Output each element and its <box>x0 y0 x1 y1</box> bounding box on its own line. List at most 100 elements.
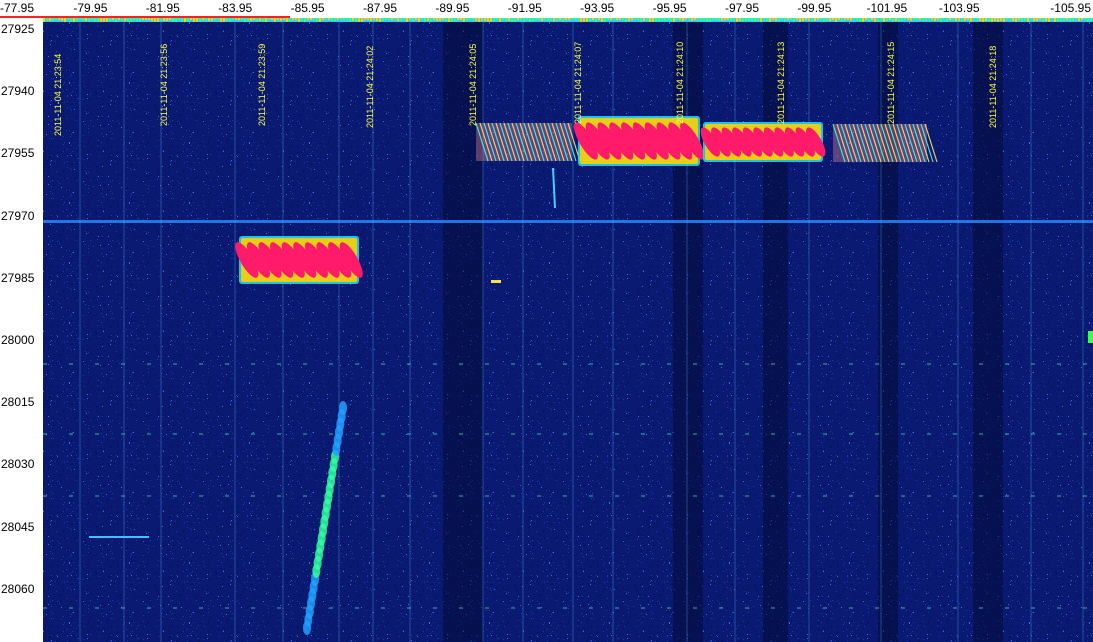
top-strip-noise <box>151 18 153 21</box>
top-strip-noise <box>472 18 474 20</box>
top-strip-noise <box>895 18 897 21</box>
top-strip-noise <box>976 18 978 20</box>
top-strip-noise <box>331 18 333 21</box>
top-strip-noise <box>457 18 459 20</box>
top-strip-noise <box>784 18 786 21</box>
top-strip-noise <box>499 18 501 22</box>
top-strip-noise <box>304 18 306 22</box>
top-strip-noise <box>898 18 900 22</box>
top-strip-noise <box>439 18 441 21</box>
top-strip-noise <box>520 18 522 21</box>
top-strip-noise <box>703 18 705 20</box>
top-strip-noise <box>916 18 918 20</box>
noise-overlay <box>43 18 1093 642</box>
top-strip-noise <box>379 18 381 22</box>
top-strip-noise <box>184 18 186 22</box>
waterfall-plot[interactable]: 2011-11-04 21:23:54 2011-11-04 21:23:56 20… <box>43 18 1093 642</box>
x-tick-label: -77.95 <box>0 1 35 15</box>
top-strip-noise <box>886 18 888 21</box>
top-strip-noise <box>919 18 921 20</box>
top-strip-noise <box>892 18 894 22</box>
top-strip-noise <box>247 18 249 22</box>
top-strip-noise <box>796 18 798 20</box>
top-strip-noise <box>208 18 210 21</box>
top-strip-noise <box>1075 18 1077 20</box>
top-strip-noise <box>154 18 156 22</box>
top-strip-noise <box>220 18 222 22</box>
top-strip-noise <box>643 18 645 21</box>
interference-line <box>43 220 1093 223</box>
top-strip-noise <box>385 18 387 20</box>
top-strip-noise <box>817 18 819 20</box>
top-strip-noise <box>352 18 354 21</box>
top-strip-noise <box>376 18 378 21</box>
top-strip-noise <box>487 18 489 22</box>
top-strip-noise <box>655 18 657 22</box>
top-strip-noise <box>211 18 213 21</box>
top-strip-noise <box>697 18 699 20</box>
x-tick-label: -97.95 <box>724 1 760 15</box>
top-strip-noise <box>418 18 420 22</box>
top-strip-noise <box>397 18 399 21</box>
top-strip-noise <box>658 18 660 22</box>
top-strip-noise <box>145 18 147 20</box>
top-strip-noise <box>748 18 750 21</box>
top-strip-noise <box>1063 18 1065 21</box>
top-strip-noise <box>433 18 435 20</box>
scroll-marker[interactable] <box>1088 331 1093 343</box>
top-strip-noise <box>205 18 207 21</box>
top-strip-noise <box>52 18 54 21</box>
top-strip-noise <box>805 18 807 20</box>
top-strip-noise <box>778 18 780 21</box>
top-strip-noise <box>388 18 390 20</box>
top-strip-noise <box>148 18 150 20</box>
top-strip-noise <box>547 18 549 21</box>
top-strip-noise <box>307 18 309 20</box>
top-strip-noise <box>988 18 990 22</box>
top-strip-noise <box>274 18 276 22</box>
top-strip-noise <box>607 18 609 20</box>
top-strip-noise <box>859 18 861 22</box>
top-strip-noise <box>1015 18 1017 22</box>
top-strip-noise <box>100 18 102 22</box>
top-strip-noise <box>538 18 540 20</box>
top-strip-noise <box>670 18 672 22</box>
top-strip-noise <box>829 18 831 21</box>
top-strip-noise <box>871 18 873 20</box>
top-strip-noise <box>73 18 75 22</box>
top-strip-noise <box>202 18 204 20</box>
top-strip-noise <box>55 18 57 20</box>
top-strip-noise <box>628 18 630 21</box>
timestamp-label: 2011-11-04 21:24:10 <box>675 41 685 124</box>
top-strip-noise <box>313 18 315 20</box>
top-strip-noise <box>394 18 396 20</box>
top-strip-noise <box>262 18 264 22</box>
top-strip-noise <box>874 18 876 22</box>
top-strip-noise <box>604 18 606 22</box>
top-strip-noise <box>253 18 255 20</box>
top-strip-noise <box>664 18 666 21</box>
top-strip-noise <box>484 18 486 21</box>
top-strip-noise <box>850 18 852 21</box>
top-strip-noise <box>121 18 123 21</box>
y-tick-label: 28015 <box>1 395 35 410</box>
top-strip-noise <box>616 18 618 20</box>
top-strip-noise <box>448 18 450 22</box>
top-strip-noise <box>445 18 447 21</box>
top-strip-noise <box>589 18 591 21</box>
top-strip-noise <box>94 18 96 22</box>
top-strip-noise <box>1078 18 1080 21</box>
top-strip-noise <box>985 18 987 21</box>
top-strip-noise <box>763 18 765 20</box>
x-tick-label: -103.95 <box>938 1 980 15</box>
top-strip-noise <box>550 18 552 21</box>
top-strip-noise <box>811 18 813 21</box>
top-strip-noise <box>43 18 45 22</box>
top-strip-noise <box>823 18 825 22</box>
top-strip-noise <box>82 18 84 21</box>
top-strip-noise <box>310 18 312 20</box>
x-tick-label: -87.95 <box>362 1 398 15</box>
top-strip-noise <box>130 18 132 22</box>
top-strip-noise <box>163 18 165 21</box>
top-strip-noise <box>328 18 330 20</box>
